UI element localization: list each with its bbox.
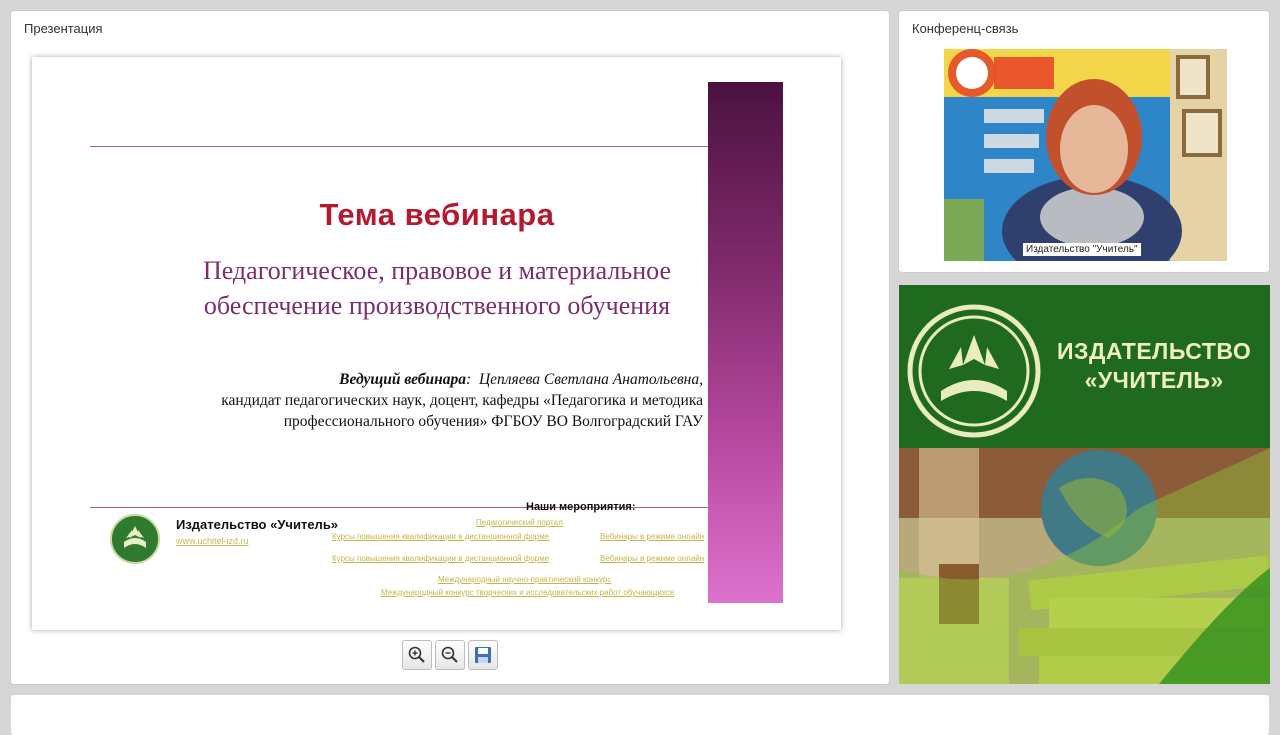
event-link[interactable]: Вебинары в режиме онлайн (600, 532, 704, 541)
presentation-panel-title: Презентация (24, 21, 103, 36)
host-name: Цепляева Светлана Анатольевна, (478, 371, 703, 388)
banner-title: ИЗДАТЕЛЬСТВО «УЧИТЕЛЬ» (1057, 337, 1251, 395)
events-title: Наши мероприятия: (526, 501, 636, 513)
slide-publisher-link[interactable]: www.uchitel-izd.ru (176, 536, 249, 546)
bottom-panel (11, 695, 1269, 735)
conference-panel: Конференц-связь Издательство "Учитель" (899, 11, 1269, 272)
slide-side-bar (708, 82, 783, 603)
event-link[interactable]: Вебинары в режиме онлайн (600, 554, 704, 563)
zoom-in-icon (408, 646, 425, 663)
slide-subtitle: Педагогическое, правовое и материальное … (92, 253, 782, 323)
event-link[interactable]: Курсы повышения квалификации в дистанцио… (332, 554, 549, 563)
slide-subtitle-line1: Педагогическое, правовое и материальное (202, 256, 672, 285)
slide-top-rule (90, 146, 708, 147)
video-feed[interactable]: Издательство "Учитель" (944, 49, 1227, 261)
zoom-in-button[interactable] (402, 640, 432, 670)
zoom-out-icon (441, 646, 458, 663)
event-link[interactable]: Педагогический портал (476, 518, 563, 527)
presentation-panel: Презентация Тема вебинара Педагогическое… (11, 11, 889, 684)
event-link[interactable]: Международный научно-практический конкур… (438, 575, 611, 584)
slide-publisher-name: Издательство «Учитель» (176, 517, 339, 532)
slide-subtitle-line2: обеспечение производственного обучения (203, 291, 671, 320)
event-link[interactable]: Курсы повышения квалификации в дистанцио… (332, 532, 549, 541)
host-label: Ведущий вебинара (339, 371, 467, 388)
video-frame-image (944, 49, 1227, 261)
slide-host-info: Ведущий вебинара: Цепляева Светлана Анат… (103, 369, 703, 432)
banner-books-image (899, 448, 1270, 684)
publisher-logo-icon (110, 514, 160, 564)
save-button[interactable] (468, 640, 498, 670)
save-icon (475, 647, 491, 663)
host-title: кандидат педагогических наук, доцент, ка… (221, 392, 703, 409)
publisher-emblem-icon (905, 303, 1043, 444)
banner-header: ИЗДАТЕЛЬСТВО «УЧИТЕЛЬ» (899, 285, 1270, 448)
banner-title-line1: ИЗДАТЕЛЬСТВО (1057, 338, 1252, 364)
zoom-out-button[interactable] (435, 640, 465, 670)
banner-title-line2: «УЧИТЕЛЬ» (1084, 367, 1224, 393)
presentation-slide: Тема вебинара Педагогическое, правовое и… (32, 57, 841, 630)
host-department: профессионального обучения» ФГБОУ ВО Вол… (283, 413, 703, 430)
conference-panel-title: Конференц-связь (912, 21, 1019, 36)
publisher-banner: ИЗДАТЕЛЬСТВО «УЧИТЕЛЬ» (899, 285, 1270, 684)
event-link[interactable]: Международный конкурс творческих и иссле… (381, 588, 674, 597)
video-participant-label: Издательство "Учитель" (1023, 243, 1141, 256)
slide-heading: Тема вебинара (319, 197, 555, 232)
